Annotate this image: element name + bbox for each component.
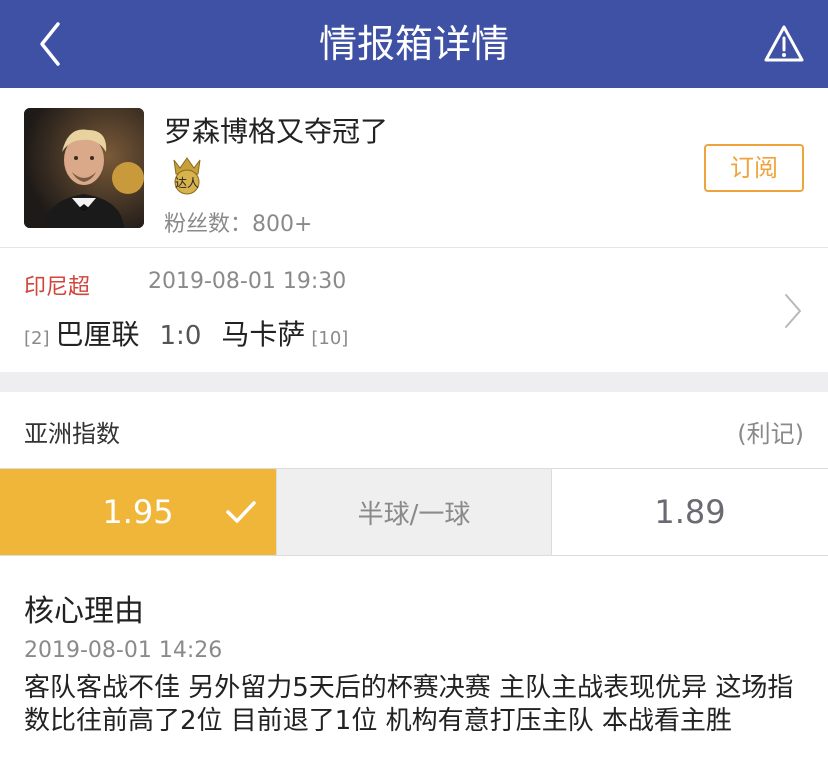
league-name: 印尼超 <box>24 275 91 300</box>
match-time: 2019-08-01 19:30 <box>148 269 347 294</box>
expert-card: 罗森博格又夺冠了 达人 粉丝数：800+ 订阅 <box>0 88 828 248</box>
away-odds-value: 1.89 <box>654 493 726 531</box>
odds-title: 亚洲指数 <box>24 420 120 448</box>
subscribe-button[interactable]: 订阅 <box>704 144 804 192</box>
reason-body: 客队客战不佳 另外留力5天后的杯赛决赛 主队主战表现优异 这场指数比往前高了2位… <box>24 673 794 736</box>
badge-label: 达人 <box>175 176 199 190</box>
fans-count: 粉丝数：800+ <box>164 212 313 237</box>
check-icon <box>224 497 258 527</box>
handicap-value: 半球/一球 <box>357 499 471 530</box>
expert-badge-icon: 达人 <box>166 152 208 196</box>
home-odds-option[interactable]: 1.95 <box>0 469 276 555</box>
odds-options: 1.95 半球/一球 1.89 <box>0 468 828 556</box>
chevron-right-icon <box>782 291 804 331</box>
page-title: 情报箱详情 <box>318 22 509 66</box>
odds-header: 亚洲指数 (利记) <box>0 392 828 468</box>
away-team: 马卡萨 <box>221 318 306 351</box>
expert-name: 罗森博格又夺冠了 <box>164 115 389 148</box>
reason-time: 2019-08-01 14:26 <box>24 638 223 663</box>
match-teams: [2] 巴厘联 1:0 马卡萨 [10] <box>24 313 349 351</box>
home-team: 巴厘联 <box>55 318 140 351</box>
nav-bar: 情报箱详情 <box>0 0 828 88</box>
home-rank: [2] <box>24 328 50 349</box>
warning-icon[interactable] <box>762 22 806 66</box>
handicap-line: 半球/一球 <box>276 469 552 555</box>
home-odds-value: 1.95 <box>102 493 174 531</box>
match-info[interactable]: 印尼超 2019-08-01 19:30 [2] 巴厘联 1:0 马卡萨 [10… <box>0 249 828 372</box>
match-score: 1:0 <box>159 321 202 351</box>
odds-source: (利记) <box>737 420 804 448</box>
reason-title: 核心理由 <box>24 594 144 629</box>
away-rank: [10] <box>311 328 349 349</box>
section-divider <box>0 372 828 392</box>
away-odds-option[interactable]: 1.89 <box>552 469 828 555</box>
avatar[interactable] <box>24 108 144 228</box>
